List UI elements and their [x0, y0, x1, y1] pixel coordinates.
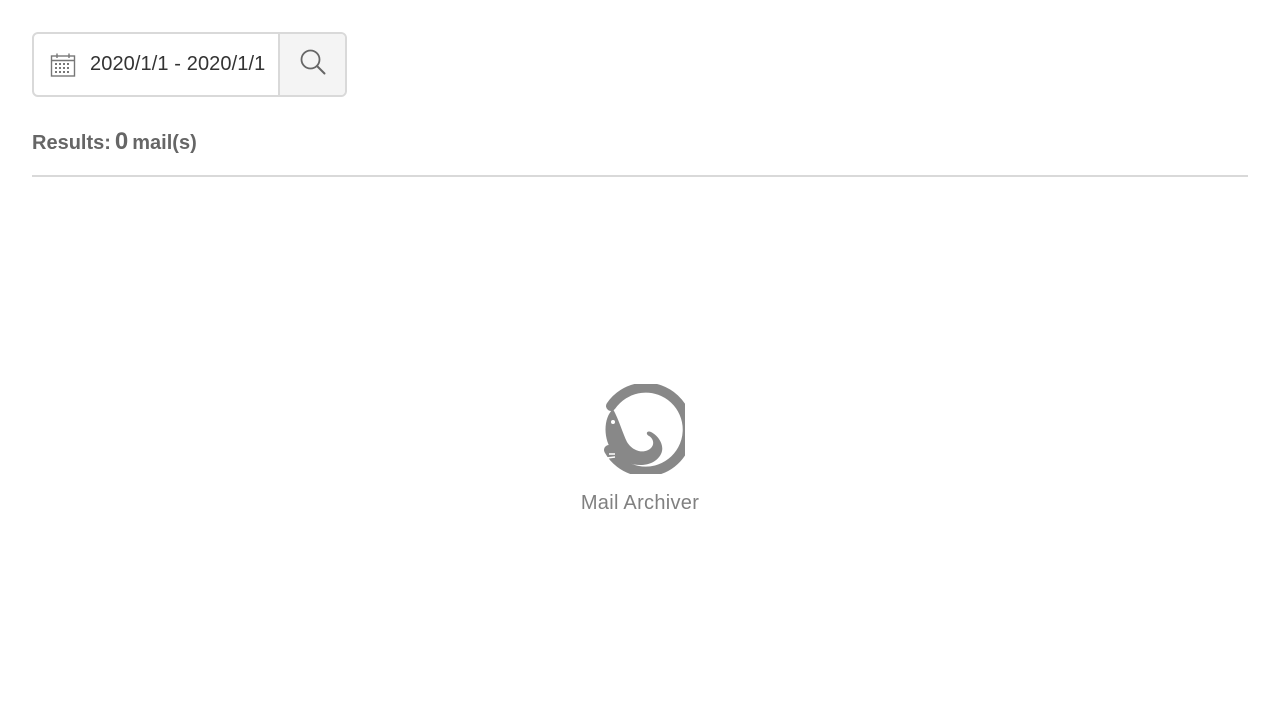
empty-state: Mail Archiver [0, 384, 1280, 515]
calendar-icon [50, 52, 76, 78]
results-unit: mail(s) [132, 132, 197, 154]
date-range-value: 2020/1/1 - 2020/1/1 [90, 53, 266, 75]
date-range-input[interactable]: 2020/1/1 - 2020/1/1 [34, 34, 280, 95]
page: 2020/1/1 - 2020/1/1 Results: 0 mail(s) M… [0, 0, 1280, 720]
results-count: 0 [114, 128, 129, 155]
results-label: Results: [32, 132, 111, 154]
date-search-group: 2020/1/1 - 2020/1/1 [32, 32, 347, 97]
results-summary: Results: 0 mail(s) [32, 128, 197, 156]
app-name: Mail Archiver [580, 492, 700, 514]
search-icon [299, 48, 327, 81]
seal-logo-icon [604, 384, 685, 474]
search-button[interactable] [280, 34, 345, 95]
divider [32, 175, 1248, 177]
